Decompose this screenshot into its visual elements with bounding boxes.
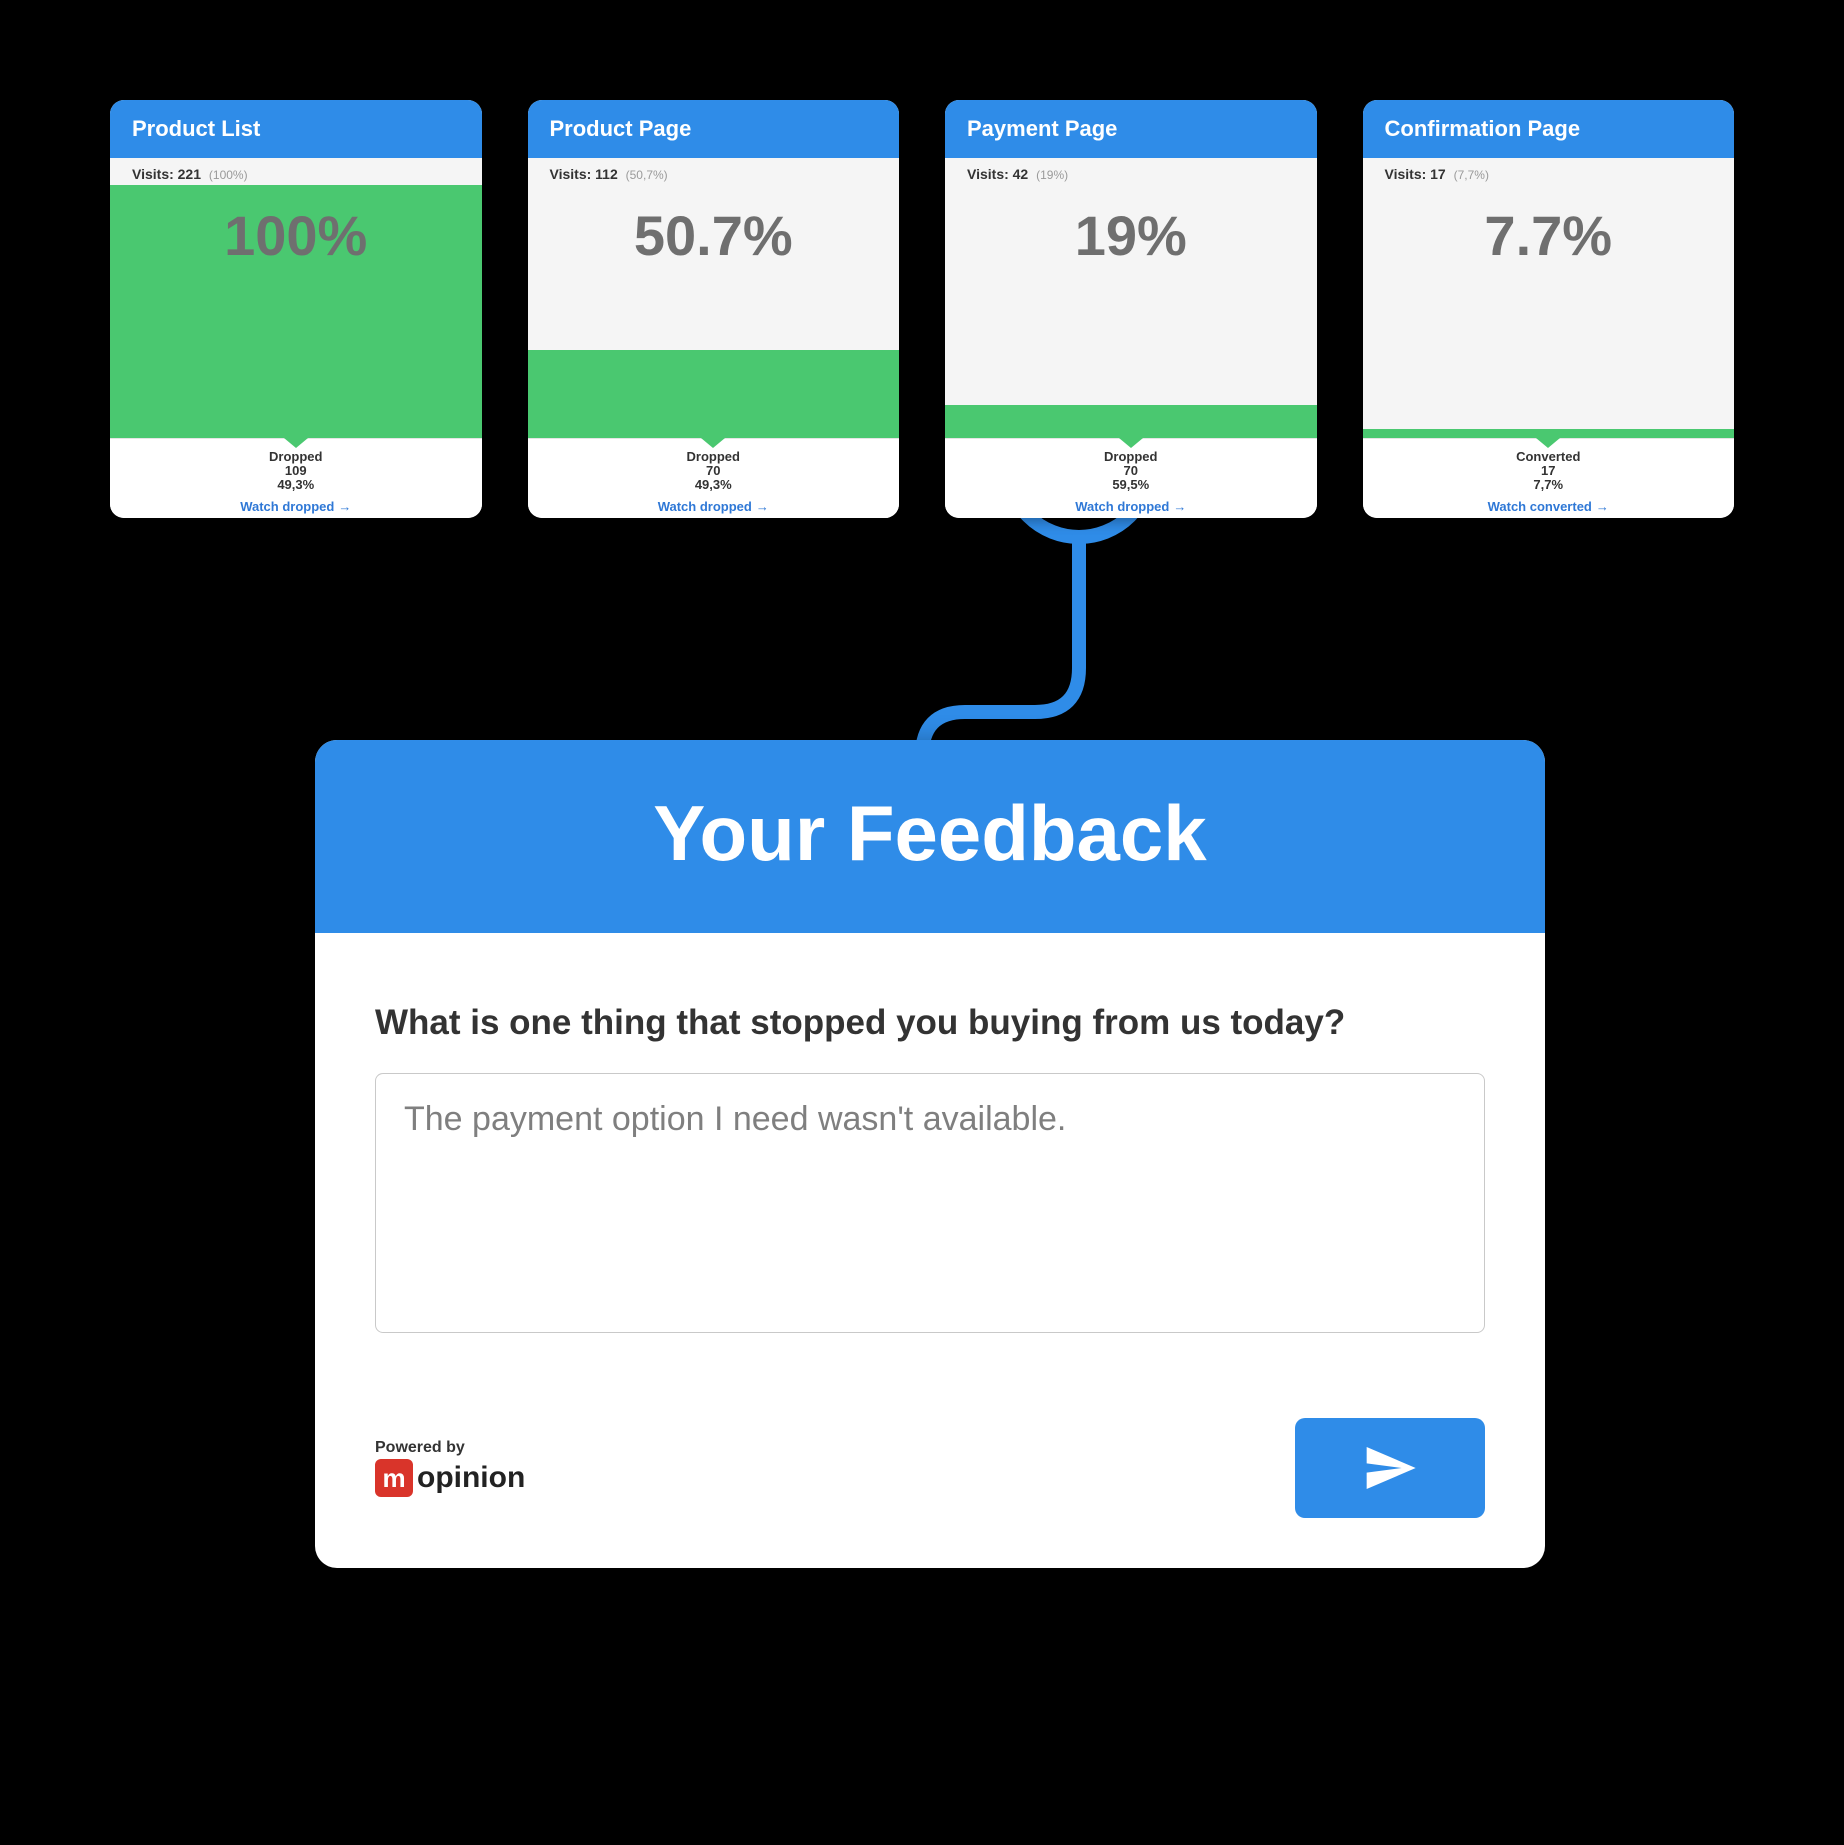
card-footer: Dropped 109 49,3% Watch dropped → [110,438,482,518]
visits-pct-small: (50,7%) [626,168,668,182]
feedback-title: Your Feedback [315,740,1545,933]
percent-value: 7.7% [1363,203,1735,268]
drop-label: Dropped [528,449,900,464]
chevron-down-icon [1119,438,1143,448]
funnel-row: Product List Visits: 221 (100%) 100% Dro… [110,100,1734,518]
green-fill [528,350,900,438]
paper-plane-icon [1362,1440,1418,1496]
chevron-down-icon [701,438,725,448]
arrow-icon: → [1596,499,1609,514]
drop-pct: 7,7% [1363,478,1735,492]
drop-label: Converted [1363,449,1735,464]
percent-value: 50.7% [528,203,900,268]
funnel-card-product-page: Product Page Visits: 112 (50,7%) 50.7% D… [528,100,900,518]
chevron-down-icon [1536,438,1560,448]
visits-pct-small: (19%) [1036,168,1068,182]
funnel-card-confirmation-page: Confirmation Page Visits: 17 (7,7%) 7.7%… [1363,100,1735,518]
drop-label: Dropped [110,449,482,464]
visits-label: Visits: 17 [1385,166,1446,182]
visits-label: Visits: 42 [967,166,1028,182]
card-title: Product List [110,100,482,158]
drop-pct: 59,5% [945,478,1317,492]
brand-logo: mopinion [375,1459,525,1497]
watch-dropped-link[interactable]: Watch dropped → [240,499,351,514]
green-fill [1363,429,1735,438]
percent-value: 19% [945,203,1317,268]
feedback-question: What is one thing that stopped you buyin… [375,1003,1485,1043]
drop-count: 17 [1363,464,1735,478]
arrow-icon: → [756,499,769,514]
arrow-icon: → [1173,499,1186,514]
chevron-down-icon [284,438,308,448]
card-footer: Converted 17 7,7% Watch converted → [1363,438,1735,518]
card-title: Product Page [528,100,900,158]
funnel-card-product-list: Product List Visits: 221 (100%) 100% Dro… [110,100,482,518]
card-footer: Dropped 70 59,5% Watch dropped → [945,438,1317,518]
visits-label: Visits: 221 [132,166,201,182]
watch-link-text: Watch dropped [1075,499,1169,514]
submit-button[interactable] [1295,1418,1485,1518]
drop-count: 70 [528,464,900,478]
green-fill [945,405,1317,438]
powered-label: Powered by [375,1439,525,1457]
feedback-textarea[interactable] [375,1073,1485,1333]
watch-link-text: Watch dropped [240,499,334,514]
watch-converted-link[interactable]: Watch converted → [1488,499,1609,514]
card-title: Confirmation Page [1363,100,1735,158]
powered-by: Powered by mopinion [375,1439,525,1497]
feedback-dialog: Your Feedback What is one thing that sto… [315,740,1545,1568]
arrow-icon: → [338,499,351,514]
visits-pct-small: (7,7%) [1454,168,1489,182]
percent-value: 100% [110,203,482,268]
card-footer: Dropped 70 49,3% Watch dropped → [528,438,900,518]
watch-link-text: Watch converted [1488,499,1592,514]
drop-count: 70 [945,464,1317,478]
brand-rest: opinion [417,1461,525,1495]
card-title: Payment Page [945,100,1317,158]
watch-dropped-link[interactable]: Watch dropped → [658,499,769,514]
brand-m-icon: m [375,1459,413,1497]
drop-label: Dropped [945,449,1317,464]
visits-pct-small: (100%) [209,168,248,182]
drop-pct: 49,3% [528,478,900,492]
watch-link-text: Watch dropped [658,499,752,514]
watch-dropped-link[interactable]: Watch dropped → [1075,499,1186,514]
visits-label: Visits: 112 [550,166,618,182]
funnel-card-payment-page: Payment Page Visits: 42 (19%) 19% Droppe… [945,100,1317,518]
drop-pct: 49,3% [110,478,482,492]
drop-count: 109 [110,464,482,478]
